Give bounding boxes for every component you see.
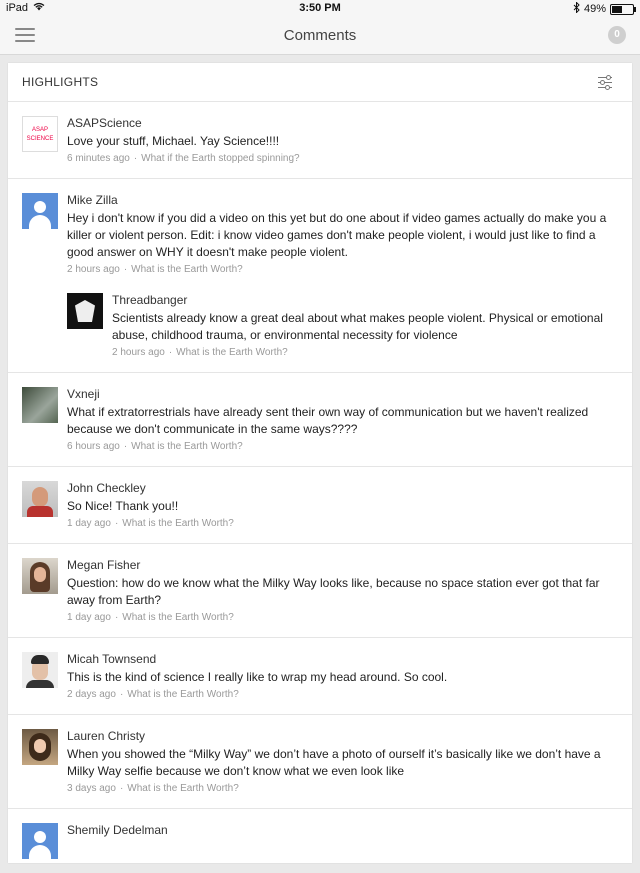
video-link[interactable]: What is the Earth Worth? [127, 783, 239, 794]
avatar[interactable] [67, 293, 103, 329]
video-link[interactable]: What is the Earth Worth? [122, 518, 234, 529]
comment-meta: 2 days ago · What is the Earth Worth? [67, 689, 239, 700]
comment-item: Megan Fisher Question: how do we know wh… [8, 544, 632, 638]
comment-meta: 2 hours ago · What is the Earth Worth? [67, 264, 243, 275]
video-link[interactable]: What if the Earth stopped spinning? [141, 153, 299, 164]
video-link[interactable]: What is the Earth Worth? [127, 689, 239, 700]
comment-author[interactable]: Vxneji [67, 387, 618, 401]
filter-settings-icon[interactable] [598, 75, 612, 90]
comment-author[interactable]: Shemily Dedelman [67, 823, 618, 837]
comment-time: 1 day ago [67, 518, 111, 529]
nav-bar: Comments 0 [0, 18, 640, 55]
reply-author[interactable]: Threadbanger [112, 293, 618, 307]
comment-item: Shemily Dedelman [8, 809, 632, 873]
status-time: 3:50 PM [299, 2, 341, 14]
reply-meta: 2 hours ago · What is the Earth Worth? [112, 347, 288, 358]
battery-icon [610, 3, 636, 15]
highlights-card: HIGHLIGHTS ASAP SCIENCE ASAPScience Love… [8, 63, 632, 863]
comment-time: 1 day ago [67, 612, 111, 623]
battery-percent: 49% [583, 3, 606, 15]
comment-text: So Nice! Thank you!! [67, 499, 179, 513]
comment-author[interactable]: ASAPScience [67, 116, 618, 130]
comment-item: John Checkley So Nice! Thank you!! 1 day… [8, 467, 632, 544]
highlights-header: HIGHLIGHTS [8, 63, 632, 102]
comment-item: ASAP SCIENCE ASAPScience Love your stuff… [8, 102, 632, 179]
video-link[interactable]: What is the Earth Worth? [122, 612, 234, 623]
comment-item: Vxneji What if extratorrestrials have al… [8, 373, 632, 467]
avatar[interactable] [22, 558, 58, 594]
comment-text: This is the kind of science I really lik… [67, 670, 448, 684]
avatar[interactable] [22, 652, 58, 688]
comment-meta: 6 minutes ago · What if the Earth stopped … [67, 153, 300, 164]
avatar[interactable] [22, 193, 58, 229]
avatar[interactable] [22, 387, 58, 423]
comment-text: Love your stuff, Michael. Yay Science!!!… [67, 134, 280, 148]
page-title: Comments [283, 27, 357, 44]
video-link[interactable]: What is the Earth Worth? [131, 264, 243, 275]
comment-time: 2 days ago [67, 689, 116, 700]
video-link[interactable]: What is the Earth Worth? [131, 441, 243, 452]
comment-text: Question: how do we know what the Milky … [67, 576, 600, 607]
avatar[interactable] [22, 823, 58, 859]
comment-author[interactable]: John Checkley [67, 481, 618, 495]
battery-fill [612, 5, 622, 13]
comment-author[interactable]: Micah Townsend [67, 652, 618, 666]
video-link[interactable]: What is the Earth Worth? [176, 347, 288, 358]
status-bar: iPad 3:50 PM 49% [0, 0, 640, 18]
comment-text: What if extratorrestrials have already s… [67, 405, 589, 436]
comment-meta: 6 hours ago · What is the Earth Worth? [67, 441, 243, 452]
comment-author[interactable]: Mike Zilla [67, 193, 618, 207]
bluetooth-icon [573, 1, 580, 16]
comment-meta: 3 days ago · What is the Earth Worth? [67, 783, 239, 794]
comment-time: 6 hours ago [67, 441, 120, 452]
comment-time: 3 days ago [67, 783, 116, 794]
comment-item: Mike Zilla Hey i don't know if you did a… [8, 179, 632, 373]
comment-time: 6 minutes ago [67, 153, 130, 164]
status-right: 49% [573, 1, 636, 16]
highlights-title: HIGHLIGHTS [22, 75, 99, 89]
reply-item: Threadbanger Scientists already know a g… [67, 285, 618, 358]
comment-author[interactable]: Megan Fisher [67, 558, 618, 572]
comment-item: Micah Townsend This is the kind of scien… [8, 638, 632, 715]
comment-item: Lauren Christy When you showed the “Milk… [8, 715, 632, 809]
comment-meta: 1 day ago · What is the Earth Worth? [67, 518, 234, 529]
comment-meta: 1 day ago · What is the Earth Worth? [67, 612, 234, 623]
reply-text: Scientists already know a great deal abo… [112, 311, 603, 342]
asap-logo: ASAP SCIENCE [26, 127, 54, 142]
comment-count-badge[interactable]: 0 [608, 26, 626, 44]
avatar[interactable]: ASAP SCIENCE [22, 116, 58, 152]
reply-time: 2 hours ago [112, 347, 165, 358]
comment-author[interactable]: Lauren Christy [67, 729, 618, 743]
comment-text: When you showed the “Milky Way” we don’t… [67, 747, 601, 778]
comment-time: 2 hours ago [67, 264, 120, 275]
avatar[interactable] [22, 481, 58, 517]
comment-text: Hey i don't know if you did a video on t… [67, 211, 607, 259]
avatar[interactable] [22, 729, 58, 765]
